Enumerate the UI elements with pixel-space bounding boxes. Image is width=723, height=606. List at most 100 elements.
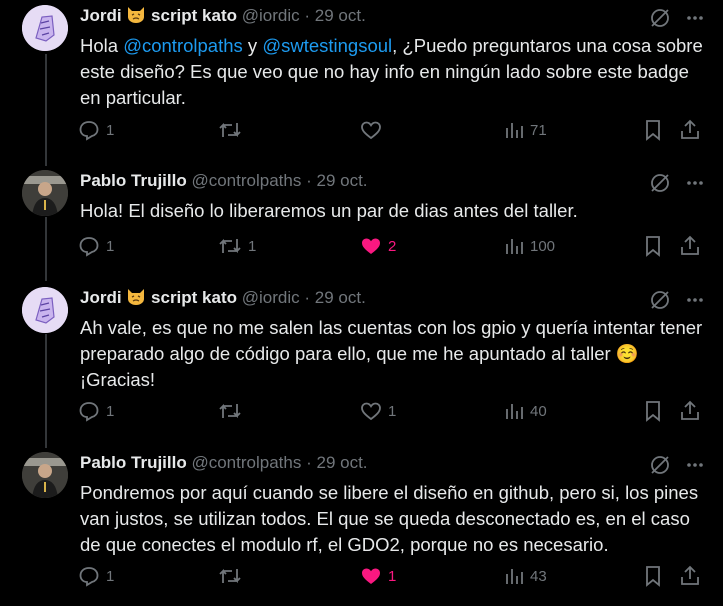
cat-emoji-icon [126,4,146,32]
more-options-icon[interactable] [685,173,705,193]
views-count: 100 [530,237,556,255]
tweet-header: Pablo Trujillo @controlpaths · 29 oct. [80,168,368,194]
tweet-actions: 1 1 40 [78,399,708,423]
user-handle[interactable]: @iordic [242,6,300,25]
tweet-text-paragraph: ¡Gracias! [80,369,156,390]
tweet-header: Jordi script kato @iordic · 29 oct. [80,285,366,311]
user-handle[interactable]: @controlpaths [191,453,301,472]
display-name-suffix: script kato [151,288,238,307]
like-button[interactable]: 1 [360,564,396,588]
avatar[interactable] [22,5,68,51]
timestamp[interactable]: 29 oct. [315,6,366,25]
reply-count: 1 [106,402,115,420]
grok-icon[interactable] [649,454,671,476]
views-button[interactable]: 43 [504,564,547,588]
share-button[interactable] [680,399,700,423]
more-options-icon[interactable] [685,290,705,310]
separator: · [304,6,311,25]
retweet-button[interactable] [218,564,248,588]
separator: · [306,453,312,472]
views-icon [506,239,523,254]
retweet-count: 1 [248,237,257,255]
more-options-icon[interactable] [685,455,705,475]
retweet-icon [219,122,241,138]
bookmark-button[interactable] [644,399,662,423]
retweet-button[interactable] [218,399,248,423]
views-button[interactable]: 100 [504,234,555,258]
share-icon [681,235,699,255]
heart-filled-icon [362,568,380,584]
reply-button[interactable]: 1 [78,564,114,588]
display-name[interactable]: Jordi [80,288,122,307]
bookmark-icon [646,236,660,257]
tweet-header: Jordi script kato @iordic · 29 oct. [80,3,366,29]
bookmark-icon [646,120,660,141]
separator: · [304,288,311,307]
tweet-actions: 1 1 43 [78,564,708,588]
tweet-actions: 1 1 2 100 [78,234,708,258]
tweet-header: Pablo Trujillo @controlpaths · 29 oct. [80,450,368,476]
mention-link[interactable]: @controlpaths [123,35,243,56]
heart-outline-icon [361,121,381,140]
bookmark-button[interactable] [644,564,662,588]
like-button[interactable] [360,118,388,142]
user-handle[interactable]: @controlpaths [191,171,301,190]
text-fragment: Hola [80,35,124,56]
avatar[interactable] [22,170,68,216]
reply-icon [79,121,99,141]
views-button[interactable]: 71 [504,118,547,142]
share-button[interactable] [680,118,700,142]
reply-button[interactable]: 1 [78,234,114,258]
display-name[interactable]: Jordi [80,6,122,25]
timestamp[interactable]: 29 oct. [316,171,367,190]
retweet-button[interactable]: 1 [218,234,256,258]
display-name[interactable]: Pablo Trujillo [80,171,187,190]
reply-count: 1 [106,121,115,139]
timestamp[interactable]: 29 oct. [316,453,367,472]
share-icon [681,565,699,585]
tweet[interactable]: Jordi script kato @iordic · 29 oct. Ah v… [0,285,723,435]
views-count: 71 [530,121,547,139]
timestamp[interactable]: 29 oct. [315,288,366,307]
like-count: 2 [388,237,397,255]
bookmark-button[interactable] [644,118,662,142]
reply-count: 1 [106,237,115,255]
user-handle[interactable]: @iordic [242,288,300,307]
tweet-text: Ah vale, es que no me salen las cuentas … [80,315,705,393]
tweet-actions: 1 71 [78,118,708,142]
views-button[interactable]: 40 [504,399,547,423]
display-name-suffix: script kato [151,6,238,25]
share-button[interactable] [680,234,700,258]
like-button[interactable]: 2 [360,234,396,258]
reply-icon [79,567,99,587]
like-button[interactable]: 1 [360,399,396,423]
reply-button[interactable]: 1 [78,399,114,423]
tweet-text-paragraph: Ah vale, es que no me salen las cuentas … [80,317,703,364]
reply-icon [79,402,99,422]
grok-icon[interactable] [649,7,671,29]
retweet-icon [219,238,241,254]
heart-filled-icon [362,238,380,254]
like-count: 1 [388,567,397,585]
grok-icon[interactable] [649,172,671,194]
avatar[interactable] [22,452,68,498]
retweet-button[interactable] [218,118,248,142]
share-button[interactable] [680,564,700,588]
reply-button[interactable]: 1 [78,118,114,142]
tweet[interactable]: Jordi script kato @iordic · 29 oct. Hola… [0,3,723,153]
reply-count: 1 [106,567,115,585]
retweet-icon [219,403,241,419]
share-icon [681,119,699,139]
tweet[interactable]: Pablo Trujillo @controlpaths · 29 oct. P… [0,450,723,606]
mention-link[interactable]: @swtestingsoul [262,35,392,56]
bookmark-button[interactable] [644,234,662,258]
views-count: 43 [530,567,547,585]
tweet-text: Hola! El diseño lo liberaremos un par de… [80,200,578,221]
tweet[interactable]: Pablo Trujillo @controlpaths · 29 oct. H… [0,168,723,278]
grok-icon[interactable] [649,289,671,311]
separator: · [306,171,312,190]
avatar[interactable] [22,287,68,333]
share-icon [681,400,699,420]
more-options-icon[interactable] [685,8,705,28]
display-name[interactable]: Pablo Trujillo [80,453,187,472]
